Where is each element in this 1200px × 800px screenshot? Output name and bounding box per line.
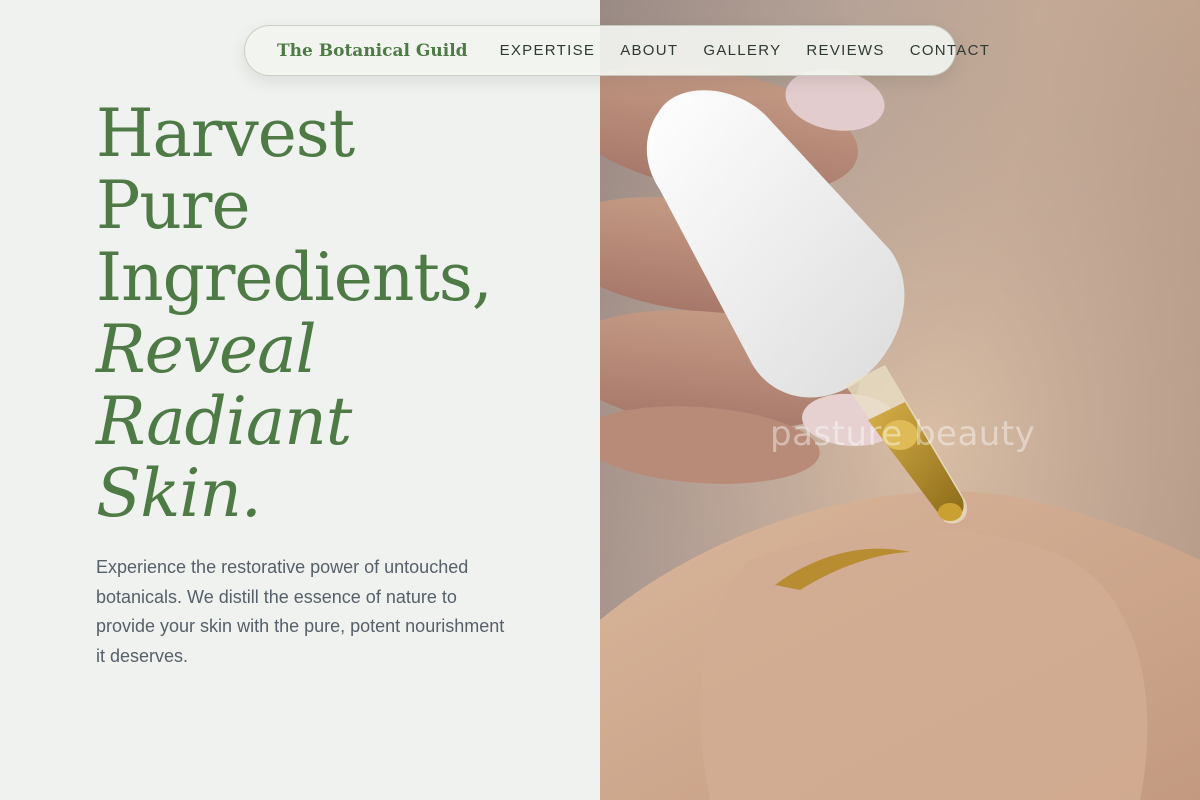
- hero-text-panel: Harvest Pure Ingredients, Reveal Radiant…: [0, 0, 600, 800]
- top-navigation: The Botanical Guild EXPERTISE ABOUT GALL…: [244, 25, 989, 76]
- landing-page: Harvest Pure Ingredients, Reveal Radiant…: [0, 0, 1200, 800]
- nav-link-expertise[interactable]: EXPERTISE: [500, 42, 596, 59]
- serum-dropper-illustration: [600, 0, 1200, 800]
- image-watermark: pasture beauty: [770, 414, 1036, 454]
- headline-line: Pure: [96, 167, 251, 244]
- headline-italic-line: Radiant: [96, 383, 352, 460]
- headline-line: Harvest: [96, 95, 355, 172]
- nav-link-about[interactable]: ABOUT: [620, 42, 678, 59]
- nav-link-reviews[interactable]: REVIEWS: [806, 42, 884, 59]
- headline-italic-line: Reveal: [96, 311, 317, 388]
- nav-link-gallery[interactable]: GALLERY: [703, 42, 781, 59]
- headline-italic-line: Skin.: [96, 455, 262, 532]
- brand-logo[interactable]: The Botanical Guild: [277, 41, 468, 61]
- hero-intro-paragraph: Experience the restorative power of unto…: [96, 557, 505, 666]
- headline-line: Ingredients,: [96, 239, 493, 316]
- nav-links: EXPERTISE ABOUT GALLERY REVIEWS CONTACT: [500, 42, 991, 59]
- nav-link-contact[interactable]: CONTACT: [910, 42, 990, 59]
- hero-headline: Harvest Pure Ingredients, Reveal Radiant…: [96, 95, 493, 532]
- hero-photo: pasture beauty: [600, 0, 1200, 800]
